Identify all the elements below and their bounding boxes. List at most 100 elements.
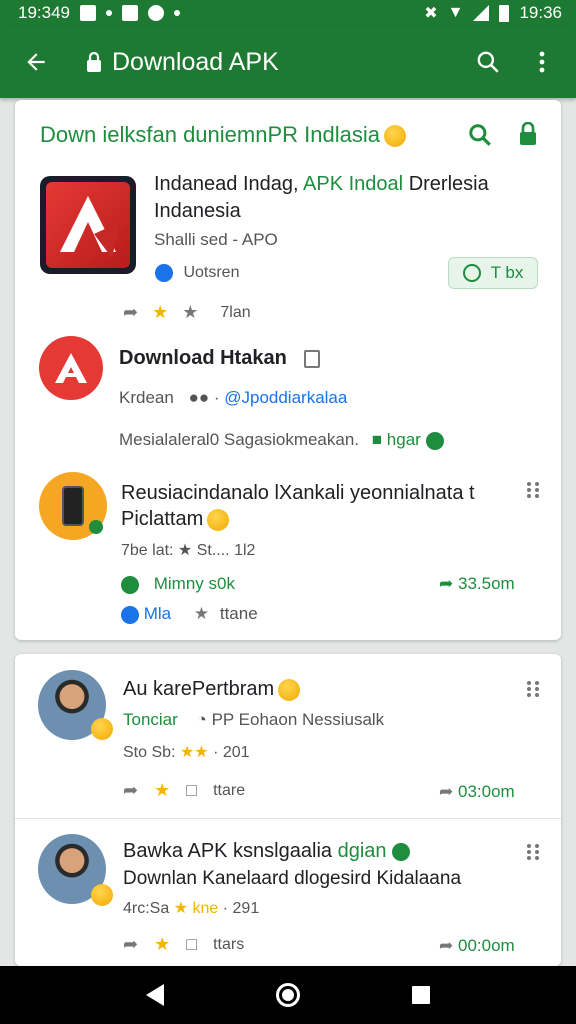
person2-meta-gold: ★ kne: [173, 900, 219, 917]
card-header-text: Down ielksfan duniemnPR Indlasia: [40, 122, 380, 147]
featured-title-line2[interactable]: Indanesia: [154, 200, 241, 223]
phone-app-icon[interactable]: [39, 472, 107, 540]
nav-back-icon[interactable]: [146, 984, 164, 1006]
clock-icon: ◔: [196, 710, 207, 729]
item-menu-button[interactable]: [527, 844, 539, 860]
repost-icon[interactable]: □: [186, 780, 197, 801]
author-handle-link[interactable]: @Jpoddiarkalaa: [224, 388, 347, 407]
download-author: Krdean ●● · @Jpoddiarkalaa: [119, 388, 347, 408]
star-outline-icon: ★: [182, 302, 199, 322]
green-check-icon: [392, 842, 411, 861]
person2-title[interactable]: Bawka APK ksnslgaalia dgian: [123, 840, 411, 863]
nav-home-icon[interactable]: [276, 983, 300, 1007]
person2-line2: Downlan Kanelaard dlogesird Kidalaana: [123, 868, 462, 889]
download-item-title[interactable]: Download Htakan: [119, 347, 321, 370]
person1-sub-grey: PP Eohaon Nessiusalk: [211, 710, 385, 729]
item-menu-button[interactable]: [527, 681, 539, 697]
featured-stat: 7lan: [220, 303, 251, 321]
person2-actions: ➦ ★ □ ttars: [123, 934, 244, 955]
mute-icon: ✖: [424, 5, 438, 22]
wifi-icon: ▼: [447, 4, 464, 21]
person1-share-label: ttare: [213, 781, 246, 799]
system-nav-bar: [0, 966, 576, 1024]
people-icon: ●●: [188, 388, 210, 407]
author-prefix: Krdean: [119, 388, 174, 407]
search-button[interactable]: [470, 44, 506, 80]
phone-item-green-label: Mimny s0k: [121, 574, 235, 594]
back-button[interactable]: [18, 44, 54, 80]
phone-item-title-line2[interactable]: Piclattam: [121, 508, 230, 531]
image-notification-icon: [80, 5, 96, 21]
share-icon[interactable]: ➦: [123, 780, 138, 801]
featured-meta: Shalli sed - APO: [154, 230, 278, 249]
person2-rating: · 291: [222, 900, 260, 917]
share-icon[interactable]: ➦: [123, 302, 138, 323]
person1-time[interactable]: ➦ 03:0om: [439, 782, 515, 802]
star-icon[interactable]: ★: [154, 780, 170, 801]
share-icon[interactable]: ➦: [123, 934, 138, 955]
featured-action-button[interactable]: T bx: [448, 257, 538, 289]
download-title-text: Download Htakan: [119, 347, 287, 369]
star-icon[interactable]: ★: [154, 934, 170, 955]
header-search-icon[interactable]: [467, 122, 493, 148]
shield-icon: ■: [371, 430, 383, 449]
person2-title-text: Bawka APK ksnslgaalia: [123, 840, 333, 862]
download-app-icon[interactable]: [39, 336, 103, 400]
phone-item-blue-row: Mla ★ ttane: [121, 604, 258, 624]
person2-share-label: ttars: [213, 935, 245, 953]
featured-verified: Uotsren: [155, 264, 239, 282]
forward-icon: ➦: [439, 782, 454, 801]
person1-sub-green[interactable]: Tonciar: [123, 710, 178, 729]
download-desc: Mesialaleral0 Sagasiokmeakan. ■ hgar: [119, 430, 444, 450]
phone-item-size[interactable]: ➦ 33.5om: [439, 574, 515, 594]
person1-meta: Sto Sb: ★★ · 201: [123, 742, 250, 762]
phone-size-text: 33.5om: [457, 574, 515, 593]
person1-sub: Tonciar ◔ PP Eohaon Nessiusalk: [123, 710, 384, 730]
repost-icon[interactable]: □: [186, 934, 197, 955]
person2-time-text: 00:0om: [457, 936, 515, 955]
battery-icon: [499, 4, 510, 22]
search-icon: [477, 51, 499, 73]
verified-icon: [121, 605, 139, 624]
stars-icon: ★★: [179, 744, 209, 761]
green-check-icon: [425, 431, 444, 450]
phone-item-title-line1[interactable]: Reusiacindanalo lXankali yeonnialnata t: [121, 482, 475, 505]
forward-icon: ➦: [439, 574, 454, 593]
app-bar: Download APK: [0, 26, 576, 98]
nav-recents-icon[interactable]: [412, 986, 430, 1004]
phone-blue-label[interactable]: Mla: [144, 604, 171, 623]
featured-app-icon[interactable]: [40, 176, 136, 274]
verified-label: Uotsren: [183, 264, 240, 282]
overflow-menu-button[interactable]: [524, 44, 560, 80]
status-time-right: 19:36: [519, 3, 562, 22]
results-card: Down ielksfan duniemnPR Indlasia Indanea…: [15, 100, 561, 640]
person1-title[interactable]: Au karePertbram: [123, 678, 301, 701]
person1-time-text: 03:0om: [457, 782, 515, 801]
person2-time[interactable]: ➦ 00:0om: [439, 936, 515, 956]
featured-title-line1[interactable]: Indanead Indag, APK Indoal Drerlesia: [154, 173, 489, 196]
emoji-badge-icon: [91, 884, 113, 906]
person1-rating: · 201: [213, 744, 250, 761]
featured-action-label: T bx: [490, 263, 524, 282]
card-header: Down ielksfan duniemnPR Indlasia: [40, 122, 406, 148]
badge-icon: [304, 349, 321, 368]
person2-meta-text: 4rc:Sa: [123, 900, 170, 917]
featured-title-part-a: Indanead Indag,: [154, 173, 299, 195]
phone-title-line2-text: Piclattam: [121, 508, 204, 530]
phone-item-meta: 7be lat: ★ St.... 1l2: [121, 542, 256, 559]
forward-icon: ➦: [439, 936, 454, 955]
people-card: Au karePertbram Tonciar ◔ PP Eohaon Ness…: [15, 654, 561, 966]
lock-icon: [86, 51, 102, 72]
featured-title-part-c: Drerlesia: [408, 173, 489, 195]
back-arrow-icon: [27, 53, 45, 71]
person1-meta-text: Sto Sb:: [123, 744, 176, 761]
more-notifications-icon: [174, 10, 180, 16]
dot-notification-icon: [106, 10, 112, 16]
header-lock-icon[interactable]: [518, 122, 538, 146]
emoji-badge-icon: [91, 718, 113, 740]
person1-title-text: Au karePertbram: [123, 678, 275, 700]
person1-actions: ➦ ★ □ ttare: [123, 780, 245, 801]
clock-icon: [462, 264, 481, 282]
download-desc-link[interactable]: hgar: [387, 430, 421, 449]
item-menu-button[interactable]: [527, 482, 539, 498]
